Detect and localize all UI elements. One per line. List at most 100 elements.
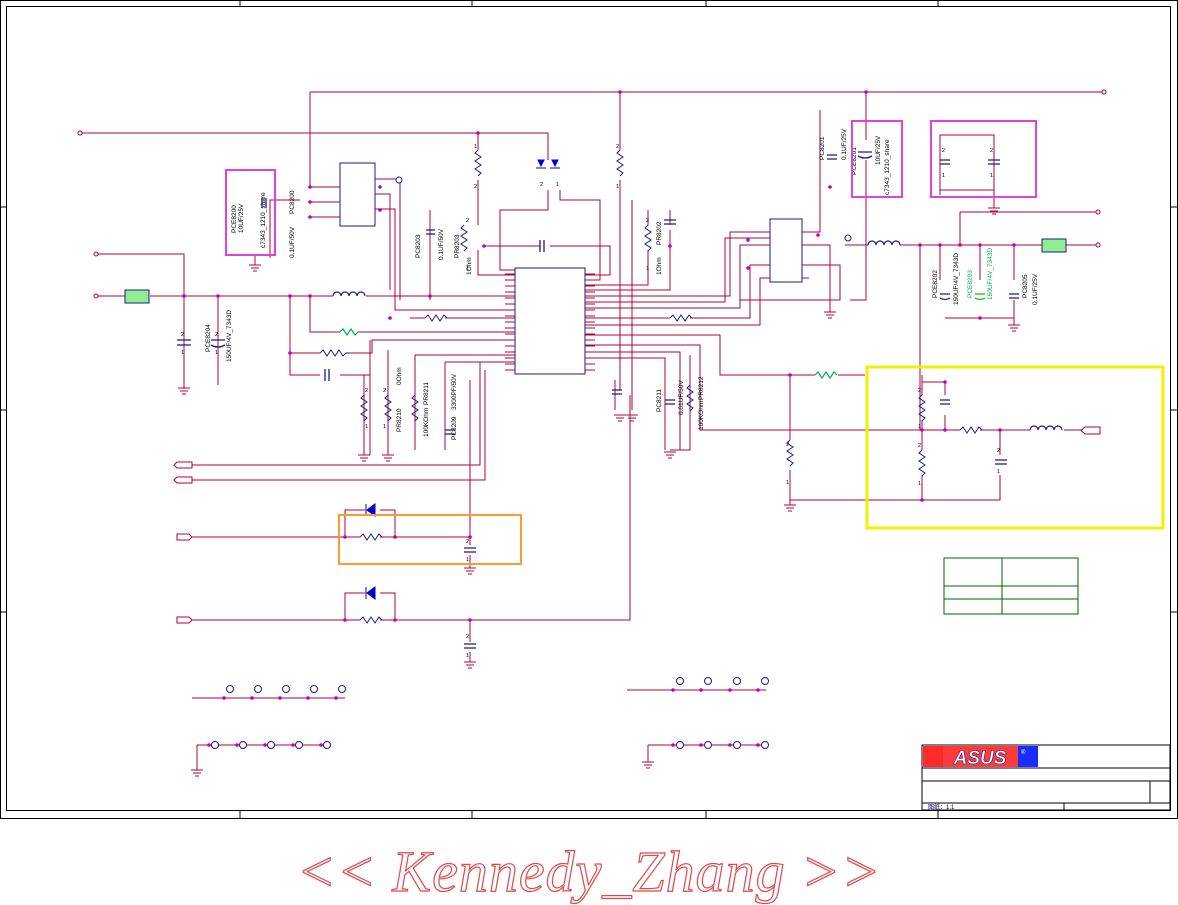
- ic-u8201: [769, 218, 803, 283]
- label-pr8211: PR8211: [423, 382, 430, 405]
- svg-text:1: 1: [786, 480, 789, 486]
- label-pc8209: PC8209: [451, 416, 458, 440]
- svg-text:1: 1: [466, 266, 469, 272]
- svg-text:1: 1: [466, 653, 469, 659]
- label-pr8202-value: 1Ohm: [656, 257, 663, 275]
- label-pc8203-value: 0.1UF/50V: [438, 228, 445, 260]
- capacitors: [177, 151, 1019, 649]
- svg-text:1: 1: [466, 557, 469, 563]
- resistors: [319, 149, 983, 624]
- integrated-circuits: [339, 162, 803, 375]
- svg-text:2: 2: [466, 539, 469, 545]
- port-output: [1041, 238, 1067, 253]
- asus-logo-text: ASUS: [953, 748, 1007, 769]
- svg-text:2: 2: [181, 332, 184, 338]
- schematic-sheet: PCE8200 10UF/25V c7343_1210_share PC8200…: [0, 0, 1178, 819]
- svg-text:1: 1: [365, 424, 368, 430]
- label-pce8200-footprint: c7343_1210_share: [260, 192, 267, 248]
- label-pc8211: PC8211: [656, 389, 663, 412]
- svg-text:2: 2: [786, 442, 789, 448]
- svg-text:2: 2: [466, 634, 469, 640]
- svg-text:2: 2: [215, 332, 218, 338]
- label-pr8211-value: 100KOhm: [423, 408, 430, 437]
- svg-text:2: 2: [990, 148, 993, 154]
- svg-text:1: 1: [646, 266, 649, 272]
- test-points: [211, 176, 852, 749]
- svg-text:2: 2: [918, 388, 921, 394]
- diode-d3: [366, 586, 376, 600]
- port-bus-3: [176, 533, 193, 541]
- label-pc8211-value: 0.01UF/50V: [678, 380, 685, 415]
- svg-text:2: 2: [942, 148, 945, 154]
- svg-text:1: 1: [181, 350, 184, 356]
- registered-mark: ®: [1021, 749, 1026, 756]
- svg-text:1: 1: [990, 173, 993, 179]
- sheet-border: [0, 0, 1178, 819]
- svg-text:2: 2: [997, 448, 1000, 454]
- pin-numbers: 2 1 2 1 1 2 2 1 2 1 2 1 2 1 2 1 2 1 2 1 2 1 2 1 2 1 2…: [181, 144, 1000, 659]
- svg-text:2: 2: [646, 218, 649, 224]
- resistor-pr8202: [616, 149, 624, 177]
- svg-text:1: 1: [215, 350, 218, 356]
- component-labels: PCE8200 10UF/25V c7343_1210_share PC8200…: [205, 128, 1039, 440]
- port-bus-1: [173, 461, 193, 469]
- svg-text:2: 2: [540, 182, 543, 188]
- inductor-l3: [1029, 425, 1063, 431]
- svg-text:1: 1: [383, 424, 386, 430]
- highlight-output-filter: [865, 365, 1165, 530]
- label-pce8204: PCE8204: [205, 324, 212, 352]
- inductor-l1: [332, 291, 366, 297]
- svg-text:1: 1: [918, 424, 921, 430]
- label-pc8200: PC8200: [289, 190, 296, 214]
- svg-text:1: 1: [918, 481, 921, 487]
- ground-symbols: [178, 207, 1020, 777]
- svg-text:2: 2: [383, 388, 386, 394]
- label-pce8203-value: 150UF/4V_7343D: [987, 248, 994, 300]
- label-pr8210-value: 0Ohm: [396, 367, 403, 385]
- svg-text:1: 1: [997, 469, 1000, 475]
- svg-text:2: 2: [365, 388, 368, 394]
- label-pr8203: PR8203: [454, 234, 461, 258]
- svg-text:1: 1: [474, 144, 477, 150]
- ic-u8202: [339, 162, 376, 227]
- diode-d1: [537, 159, 559, 168]
- label-pce8203: PCE8203: [967, 270, 974, 298]
- watermark-text: << Kennedy_Zhang >>: [296, 838, 882, 904]
- label-pc8201-value: 0.1UF/25V: [841, 128, 848, 160]
- inductor-l2: [867, 240, 901, 246]
- label-pr8212: PR8212: [698, 376, 705, 400]
- label-pc8201: PC8201: [819, 136, 826, 160]
- label-pc8200-value: 0.1UF/50V: [289, 226, 296, 258]
- label-pce8200-value: 10UF/25V: [238, 203, 245, 233]
- label-pce8202: PCE8202: [932, 270, 939, 298]
- asus-logo-left: [923, 746, 943, 767]
- revision-table: [943, 557, 1079, 615]
- label-pc8209-value: 3300PF/50V: [451, 373, 458, 410]
- svg-text:1: 1: [556, 182, 559, 188]
- label-pce8204-value: 150UF/4V_7343D: [226, 310, 233, 362]
- label-pr8202: PR8202: [656, 221, 663, 245]
- label-pce8200: PCE8200: [231, 205, 238, 233]
- port-bus-2: [173, 476, 193, 484]
- resistor-pr8203: [474, 149, 482, 177]
- title-block: ASUS ® 图纸：1:1: [921, 744, 1171, 811]
- highlight-top-right-caps: [930, 120, 1037, 198]
- svg-text:1: 1: [616, 184, 619, 190]
- ic-u8200: [514, 267, 586, 375]
- label-pr8210: PR8210: [396, 408, 403, 432]
- label-pc8205: PC8205: [1022, 274, 1029, 298]
- svg-text:1: 1: [942, 173, 945, 179]
- wires: [80, 91, 1104, 770]
- svg-text:2: 2: [474, 184, 477, 190]
- svg-text:2: 2: [466, 218, 469, 224]
- label-pc8203: PC8203: [415, 234, 422, 258]
- port-bus-4: [176, 616, 193, 624]
- svg-text:2: 2: [918, 443, 921, 449]
- label-pce8201-value: 10UF/25V: [875, 135, 882, 165]
- svg-text:2: 2: [616, 144, 619, 150]
- port-out-2: [1080, 426, 1101, 435]
- label-pr8212-value: 100KOhm: [698, 401, 705, 430]
- label-pc8205-value: 0.1UF/25V: [1032, 273, 1039, 305]
- label-pce8201-footprint: c7343_1210_share: [884, 139, 891, 195]
- sheet-scale-note: 图纸：1:1: [928, 803, 955, 811]
